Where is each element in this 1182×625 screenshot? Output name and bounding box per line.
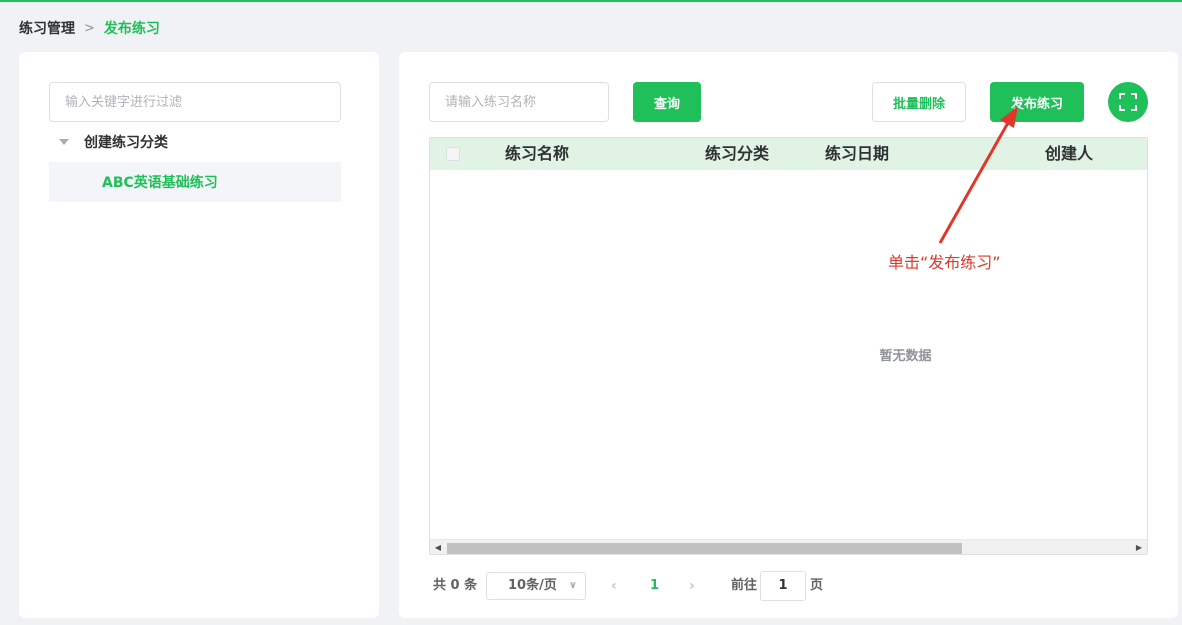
search-input[interactable] [429,82,609,122]
chevron-down-icon: ∨ [568,580,577,591]
page-jump-input[interactable]: 1 [760,571,806,601]
query-button[interactable]: 查询 [633,82,701,122]
pagination: 共 0 条 10条/页 ∨ ‹ 1 › 前往 1 页 [433,571,933,601]
caret-down-icon[interactable] [59,139,69,145]
breadcrumb-current: 发布练习 [103,21,160,37]
category-panel: 创建练习分类 ABC英语基础练习 [19,52,379,618]
page-number[interactable]: 1 [650,572,659,600]
breadcrumb-root[interactable]: 练习管理 [19,18,75,38]
horizontal-scrollbar[interactable]: ◀ ▶ [430,539,1147,554]
column-header-date[interactable]: 练习日期 [825,138,889,170]
table-header: 练习名称 练习分类 练习日期 创建人 [430,138,1147,170]
annotation-text: 单击“发布练习” [888,253,1001,272]
batch-delete-button[interactable]: 批量删除 [872,82,966,122]
breadcrumb: 练习管理 > 发布练习 [19,18,160,38]
tree-node-parent[interactable]: 创建练习分类 [49,124,341,160]
empty-placeholder: 暂无数据 [879,349,932,364]
tree-node-child[interactable]: ABC英语基础练习 [49,162,341,202]
exercise-list-panel: 查询 批量删除 发布练习 练习名称 练习分类 练习日期 创建人 暂无数据 ◀ ▶… [399,52,1178,618]
column-header-creator[interactable]: 创建人 [1045,138,1093,170]
scroll-left-icon[interactable]: ◀ [432,542,444,554]
tree-child-label: ABC英语基础练习 [102,175,218,191]
goto-label: 前往 [731,578,758,593]
pagination-total: 共 0 条 [433,578,478,593]
scrollbar-thumb[interactable] [447,543,962,554]
publish-exercise-button[interactable]: 发布练习 [990,82,1084,122]
fullscreen-icon [1119,93,1137,111]
page-size-select[interactable]: 10条/页 ∨ [486,572,586,600]
filter-input[interactable] [49,82,341,122]
page-size-value: 10条/页 [508,578,557,593]
top-accent-line [0,0,1182,2]
prev-page-icon[interactable]: ‹ [611,572,617,600]
page-suffix-label: 页 [810,578,824,593]
scroll-right-icon[interactable]: ▶ [1133,542,1145,554]
tree-node-label: 创建练习分类 [84,135,168,151]
column-header-name[interactable]: 练习名称 [505,138,569,170]
next-page-icon[interactable]: › [689,572,695,600]
breadcrumb-separator-icon: > [84,20,95,36]
exercise-table: 练习名称 练习分类 练习日期 创建人 暂无数据 ◀ ▶ [429,137,1148,555]
column-header-category[interactable]: 练习分类 [705,138,769,170]
fullscreen-button[interactable] [1108,82,1148,122]
select-all-checkbox[interactable] [446,147,460,161]
